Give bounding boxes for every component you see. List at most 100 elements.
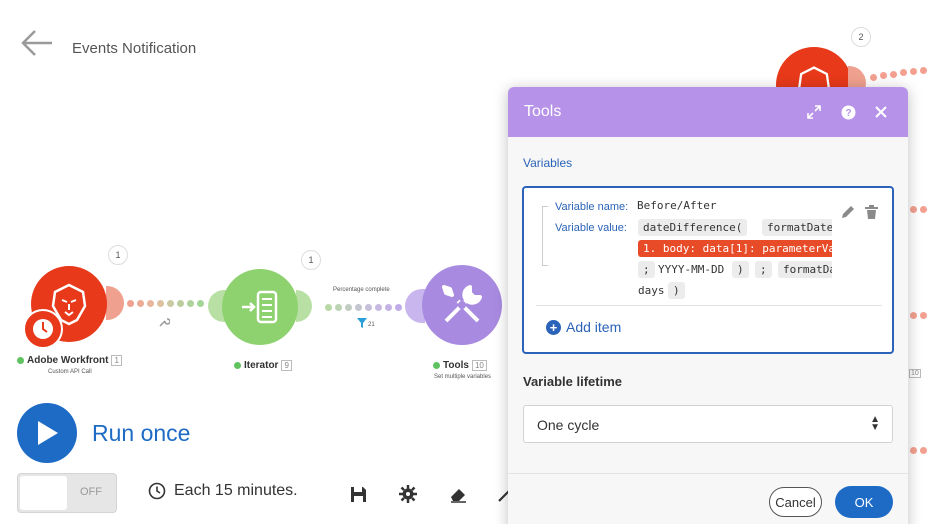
mapped-value-token[interactable]: 1. body: data[1]: parameterValues [638, 240, 832, 257]
connection-dot [375, 304, 382, 311]
divider [508, 473, 908, 474]
connection-dot [880, 72, 887, 79]
route-label[interactable]: Percentage complete [333, 287, 390, 293]
connection-dot [167, 300, 174, 307]
operations-count-badge[interactable]: 1 [301, 250, 321, 270]
schedule-setting[interactable]: Each 15 minutes. [148, 482, 298, 500]
toggle-knob [20, 476, 67, 510]
status-dot [17, 357, 24, 364]
run-once-label[interactable]: Run once [92, 420, 190, 447]
variable-name-value[interactable]: Before/After [637, 199, 716, 212]
filter-count: 21 [368, 322, 375, 328]
tools-module[interactable] [422, 265, 502, 345]
delete-icon[interactable] [865, 205, 881, 221]
variables-label: Variables [523, 156, 573, 170]
add-circle-icon: + [546, 319, 561, 335]
add-item-label: Add item [566, 319, 622, 335]
connection-dot [187, 300, 194, 307]
module-connector-handle[interactable] [296, 290, 312, 322]
ok-button[interactable]: OK [835, 486, 893, 518]
function-token[interactable]: formatDate( [778, 261, 832, 278]
back-arrow-icon[interactable] [20, 28, 54, 58]
connection-dot [920, 447, 927, 454]
module-number: 10 [909, 369, 921, 378]
paren-token[interactable]: ) [732, 261, 749, 278]
variable-value-label: Variable value: [555, 222, 627, 234]
save-icon[interactable] [348, 484, 368, 504]
connection-dot [365, 304, 372, 311]
iterator-module[interactable] [222, 269, 298, 345]
module-name: Tools [443, 360, 469, 371]
expand-icon[interactable] [804, 102, 824, 122]
select-value: One cycle [537, 417, 600, 433]
item-bracket [542, 206, 548, 266]
run-once-button[interactable] [17, 403, 77, 463]
module-label: Iterator 9 [234, 360, 292, 371]
operations-count-badge[interactable]: 2 [851, 27, 871, 47]
connection-dot [325, 304, 332, 311]
connection-dot [910, 447, 917, 454]
add-item-button[interactable]: + Add item [546, 319, 621, 335]
module-label: Tools 10 [433, 360, 487, 371]
connection-dot [177, 300, 184, 307]
schedule-text: Each 15 minutes. [174, 482, 298, 499]
play-icon [38, 421, 58, 445]
tools-panel: Tools ? Variables Variable name: Before/… [508, 87, 908, 524]
connection-dot [385, 304, 392, 311]
connection-dot [910, 312, 917, 319]
schedule-clock-badge[interactable] [23, 309, 63, 349]
connection-dot [870, 74, 877, 81]
variable-lifetime-select[interactable]: One cycle ▲ ▼ [523, 405, 893, 443]
toggle-state: OFF [80, 486, 102, 498]
connection-dot [197, 300, 204, 307]
module-subtitle: Set multiple variables [434, 374, 492, 380]
route-filter[interactable]: 21 [357, 318, 375, 328]
eraser-icon[interactable] [448, 484, 468, 504]
variable-lifetime-label: Variable lifetime [523, 374, 622, 389]
filter-icon [357, 318, 367, 328]
connection-dot [345, 304, 352, 311]
variable-name-label: Variable name: [555, 201, 629, 213]
close-icon[interactable] [871, 102, 891, 122]
function-token[interactable]: formatDate( [762, 219, 832, 236]
route-settings-icon[interactable] [158, 315, 171, 327]
separator-token[interactable]: ; [638, 261, 655, 278]
gear-icon[interactable] [398, 484, 418, 504]
module-name: Iterator [244, 360, 279, 371]
cancel-button[interactable]: Cancel [769, 487, 822, 517]
iterator-icon [242, 290, 278, 324]
connection-dot [890, 71, 897, 78]
module-label: Adobe Workfront 1 [17, 355, 122, 366]
svg-text:?: ? [845, 108, 851, 119]
panel-title: Tools [524, 103, 562, 120]
connection-dot [137, 300, 144, 307]
module-name: Adobe Workfront [27, 355, 109, 366]
unit-text[interactable]: days [638, 284, 665, 297]
function-token[interactable]: dateDifference( [638, 219, 748, 236]
format-text[interactable]: YYYY-MM-DD [658, 263, 724, 276]
connection-dot [910, 206, 917, 213]
variables-list[interactable]: Variable name: Before/After Variable val… [522, 186, 894, 354]
connection-dot [900, 69, 907, 76]
tools-icon [442, 285, 482, 323]
module-connector-handle[interactable] [106, 286, 124, 320]
connection-dot [920, 67, 927, 74]
connection-dot [910, 68, 917, 75]
edit-icon[interactable] [841, 205, 857, 221]
operations-count-badge[interactable]: 1 [108, 245, 128, 265]
panel-body: Variables Variable name: Before/After Va… [508, 137, 908, 524]
connection-dot [355, 304, 362, 311]
scheduling-toggle[interactable]: OFF [17, 473, 117, 513]
connection-dot [127, 300, 134, 307]
clock-icon [148, 482, 166, 500]
page-title: Events Notification [72, 40, 197, 57]
variable-value-field[interactable]: dateDifference( formatDate( 1. body: dat… [636, 216, 832, 306]
paren-token[interactable]: ) [668, 282, 685, 299]
connection-dot [920, 312, 927, 319]
module-subtitle: Custom API Call [48, 369, 92, 375]
status-dot [433, 362, 440, 369]
separator-token[interactable]: ; [755, 261, 772, 278]
module-number: 1 [111, 355, 122, 366]
help-icon[interactable]: ? [838, 102, 858, 122]
connection-dot [920, 206, 927, 213]
